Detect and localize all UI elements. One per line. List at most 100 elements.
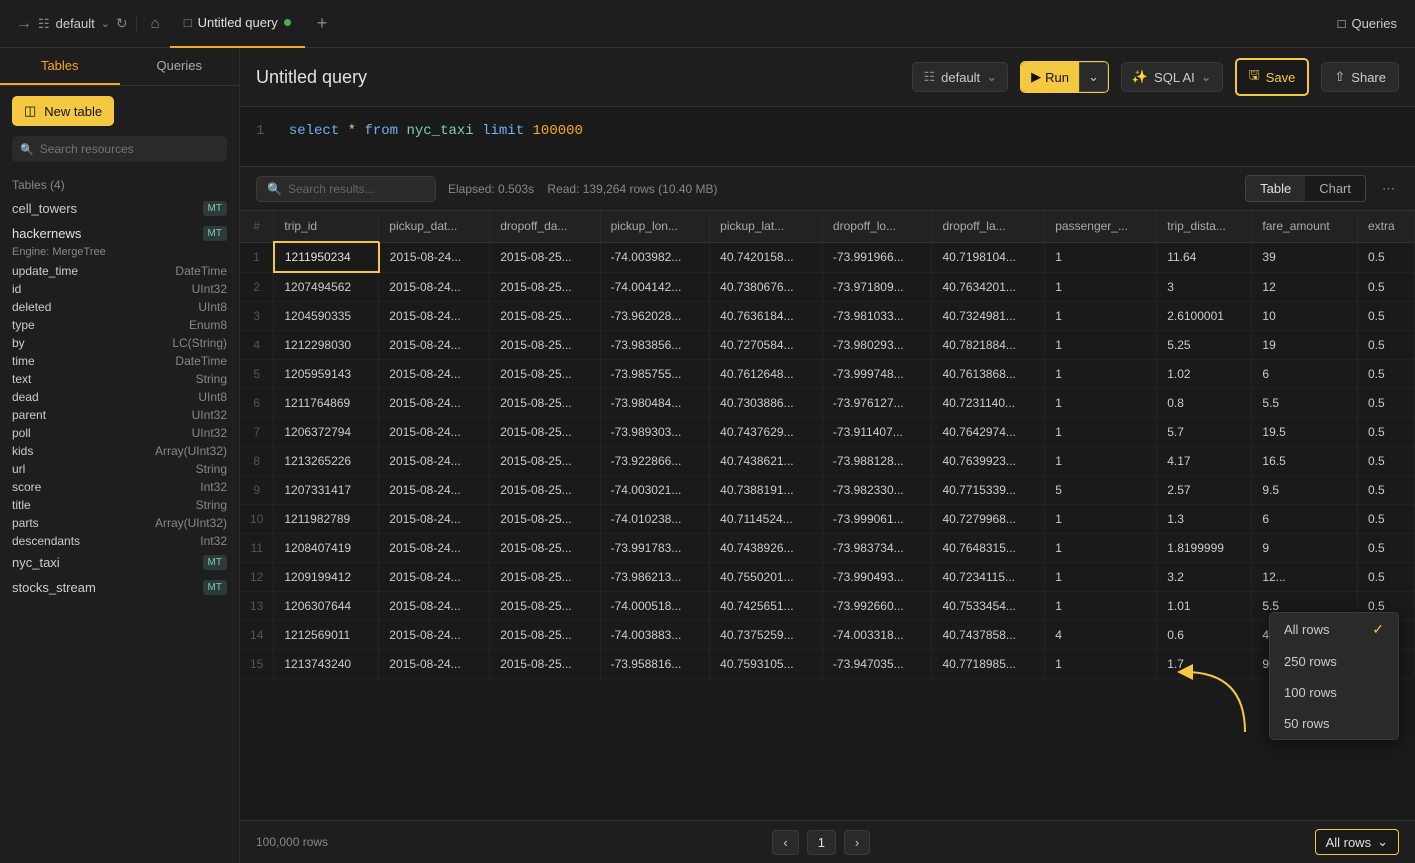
db-name[interactable]: default [56,16,95,31]
sidebar-tab-tables[interactable]: Tables [0,48,120,85]
col-header-pickup_dat[interactable]: pickup_dat... [379,211,490,242]
run-dropdown-button[interactable]: ⌄ [1079,62,1108,92]
query-tab[interactable]: □ Untitled query [170,0,305,48]
table-row[interactable]: 112119502342015-08-24...2015-08-25...-74… [240,242,1415,272]
col-header-fare_amount[interactable]: fare_amount [1252,211,1358,242]
schema-row-dead: deadUInt8 [0,388,239,406]
table-cell: 40.7425651... [710,592,823,621]
schema-row-poll: pollUInt32 [0,424,239,442]
table-cell: 40.7437629... [710,418,823,447]
table-cell: 40.7821884... [932,331,1045,360]
next-page-button[interactable]: › [844,830,870,855]
schema-row-descendants: descendantsInt32 [0,532,239,550]
more-options-button[interactable]: ⋯ [1378,177,1399,201]
add-tab-btn[interactable]: + [309,13,336,34]
table-cell: -73.991966... [822,242,932,272]
results-info: Elapsed: 0.503s Read: 139,264 rows (10.4… [448,182,1233,196]
share-button[interactable]: ⇧ Share [1321,62,1399,92]
prev-page-button[interactable]: ‹ [772,830,798,855]
col-header-dropoff_la[interactable]: dropoff_la... [932,211,1045,242]
db-select-button[interactable]: ☷ default ⌄ [912,62,1008,92]
sidebar-item-hackernews[interactable]: hackernews MT [0,221,239,246]
table-row[interactable]: 212074945622015-08-24...2015-08-25...-74… [240,272,1415,302]
table-row[interactable]: 812132652262015-08-24...2015-08-25...-73… [240,447,1415,476]
table-row[interactable]: 1412125690112015-08-24...2015-08-25...-7… [240,621,1415,650]
row-num-cell: 11 [240,534,274,563]
db-chevron-icon[interactable]: ⌄ [101,17,110,30]
queries-button[interactable]: □ Queries [1328,12,1407,35]
sql-ai-label: SQL AI [1154,70,1195,85]
chart-view-button[interactable]: Chart [1305,176,1365,201]
col-header-extra[interactable]: extra [1357,211,1414,242]
col-header-pickup_lat[interactable]: pickup_lat... [710,211,823,242]
table-cell: 1207331417 [274,476,379,505]
hackernews-label: hackernews [12,226,81,241]
db-table-icon: ☷ [38,16,50,32]
table-row[interactable]: 412122980302015-08-24...2015-08-25...-73… [240,331,1415,360]
table-row[interactable]: 1012119827892015-08-24...2015-08-25...-7… [240,505,1415,534]
dropdown-all-rows[interactable]: All rows ✓ [1270,613,1398,646]
table-cell: 40.7420158... [710,242,823,272]
schema-row-parts: partsArray(UInt32) [0,514,239,532]
table-cell: 2015-08-24... [379,505,490,534]
sidebar-tab-queries[interactable]: Queries [120,48,240,85]
table-row[interactable]: 912073314172015-08-24...2015-08-25...-74… [240,476,1415,505]
sql-ai-button[interactable]: ✨ SQL AI ⌄ [1121,62,1223,92]
results-table: # trip_id pickup_dat... dropoff_da... pi… [240,211,1415,679]
table-cell: 19.5 [1252,418,1358,447]
table-row[interactable]: 1112084074192015-08-24...2015-08-25...-7… [240,534,1415,563]
col-header-passenger[interactable]: passenger_... [1045,211,1157,242]
table-row[interactable]: 712063727942015-08-24...2015-08-25...-73… [240,418,1415,447]
sidebar-item-cell-towers[interactable]: cell_towers MT [0,196,239,221]
home-icon[interactable]: ⌂ [145,15,166,32]
table-cell: 2015-08-25... [490,242,600,272]
query-header: Untitled query ☷ default ⌄ ▶ Run ⌄ ✨ SQL… [240,48,1415,107]
col-header-pickup_lon[interactable]: pickup_lon... [600,211,710,242]
table-cell: 40.7438926... [710,534,823,563]
table-cell: 40.7648315... [932,534,1045,563]
save-button[interactable]: 🖫 Save [1235,58,1310,96]
table-row[interactable]: 1312063076442015-08-24...2015-08-25...-7… [240,592,1415,621]
table-cell: 4 [1045,621,1157,650]
col-header-trip_dista[interactable]: trip_dista... [1157,211,1252,242]
refresh-icon[interactable]: ↻ [116,15,128,32]
share-icon: ⇧ [1334,69,1345,85]
table-cell: 1212569011 [274,621,379,650]
dropdown-250-rows[interactable]: 250 rows [1270,646,1398,677]
table-cell: 1 [1045,272,1157,302]
sidebar-item-stocks-stream[interactable]: stocks_stream MT [0,575,239,600]
dropdown-100-rows[interactable]: 100 rows [1270,677,1398,708]
table-row[interactable]: 1512137432402015-08-24...2015-08-25...-7… [240,650,1415,679]
table-cell: -74.003021... [600,476,710,505]
table-row[interactable]: 612117648692015-08-24...2015-08-25...-73… [240,389,1415,418]
row-num-cell: 13 [240,592,274,621]
table-view-button[interactable]: Table [1246,176,1305,201]
table-cell: 2015-08-25... [490,476,600,505]
sidebar-item-nyc-taxi[interactable]: nyc_taxi MT [0,550,239,575]
dropdown-50-rows[interactable]: 50 rows [1270,708,1398,739]
table-cell: 0.5 [1357,272,1414,302]
query-editor[interactable]: 1 select * from nyc_taxi limit 100000 [240,107,1415,167]
table-cell: 0.5 [1357,534,1414,563]
table-row[interactable]: 312045903352015-08-24...2015-08-25...-73… [240,302,1415,331]
table-cell: -73.971809... [822,272,932,302]
search-box[interactable]: 🔍 [12,136,227,162]
rows-per-page-select[interactable]: All rows ⌄ [1315,829,1399,855]
col-header-trip_id[interactable]: trip_id [274,211,379,242]
tab-active-dot [284,19,291,26]
row-num-cell: 5 [240,360,274,389]
new-table-button[interactable]: ◫ New table [12,96,114,126]
back-icon[interactable]: → [16,15,32,33]
table-cell: 11.64 [1157,242,1252,272]
table-row[interactable]: 512059591432015-08-24...2015-08-25...-73… [240,360,1415,389]
schema-rows: update_timeDateTime idUInt32 deletedUInt… [0,262,239,550]
nyc-taxi-label: nyc_taxi [12,555,60,570]
run-button[interactable]: ▶ Run [1021,62,1079,92]
kw-star: * [348,123,365,139]
col-header-dropoff_da[interactable]: dropoff_da... [490,211,600,242]
col-header-dropoff_lo[interactable]: dropoff_lo... [822,211,932,242]
table-row[interactable]: 1212091994122015-08-24...2015-08-25...-7… [240,563,1415,592]
search-input[interactable] [40,142,219,156]
results-search-box[interactable]: 🔍 Search results... [256,176,436,202]
table-cell: 40.7718985... [932,650,1045,679]
